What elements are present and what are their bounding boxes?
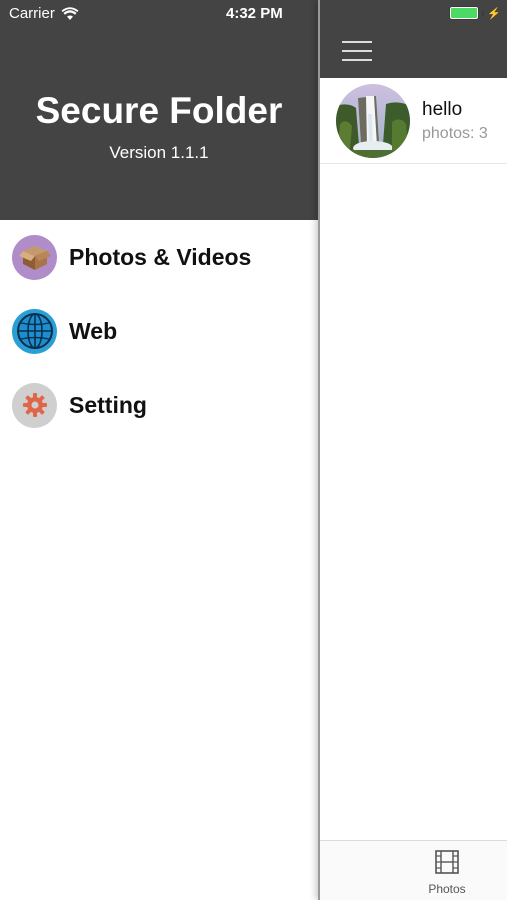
menu-item-label: Setting bbox=[69, 391, 147, 418]
menu-item-label: Web bbox=[69, 317, 118, 344]
app-title: Secure Folder bbox=[35, 90, 283, 131]
film-icon bbox=[435, 850, 459, 874]
battery-tip bbox=[482, 10, 485, 16]
folder-name: hello bbox=[422, 98, 463, 120]
folder-photo-count: photos: 3 bbox=[422, 124, 488, 142]
menu-item-web[interactable]: Web bbox=[0, 294, 318, 368]
status-bar: Carrier 4:32 PM ⚡ bbox=[0, 0, 507, 28]
app-version: Version 1.1.1 bbox=[109, 143, 209, 162]
wifi-icon bbox=[61, 6, 79, 20]
menu-item-label: Photos & Videos bbox=[69, 243, 252, 270]
battery-icon bbox=[449, 6, 480, 20]
globe-icon bbox=[12, 308, 57, 354]
box-icon bbox=[12, 234, 57, 280]
carrier-label: Carrier bbox=[9, 5, 55, 22]
menu-item-photos-videos[interactable]: Photos & Videos bbox=[0, 220, 318, 294]
status-time: 4:32 PM bbox=[226, 5, 283, 22]
tab-photos[interactable]: Photos bbox=[420, 849, 474, 896]
menu-item-setting[interactable]: Setting bbox=[0, 368, 318, 442]
folder-info: hello photos: 3 bbox=[422, 99, 488, 143]
gear-icon bbox=[12, 382, 57, 428]
waterfall-thumbnail bbox=[336, 83, 410, 158]
status-right: ⚡ bbox=[449, 6, 501, 20]
tab-bar: Photos bbox=[320, 840, 507, 900]
tab-label: Photos bbox=[428, 882, 466, 896]
folder-list-item[interactable]: hello photos: 3 bbox=[320, 78, 507, 164]
drawer-header: Secure Folder Version 1.1.1 bbox=[0, 0, 318, 220]
status-left: Carrier bbox=[9, 5, 79, 22]
battery-level bbox=[451, 8, 478, 18]
drawer-menu: Photos & Videos Web Setting bbox=[0, 220, 318, 442]
main-panel: hello photos: 3 Photos bbox=[318, 0, 507, 900]
hamburger-menu-icon[interactable] bbox=[342, 41, 372, 61]
bolt-icon: ⚡ bbox=[487, 7, 501, 20]
side-drawer: Secure Folder Version 1.1.1 Photos & Vid… bbox=[0, 0, 318, 900]
